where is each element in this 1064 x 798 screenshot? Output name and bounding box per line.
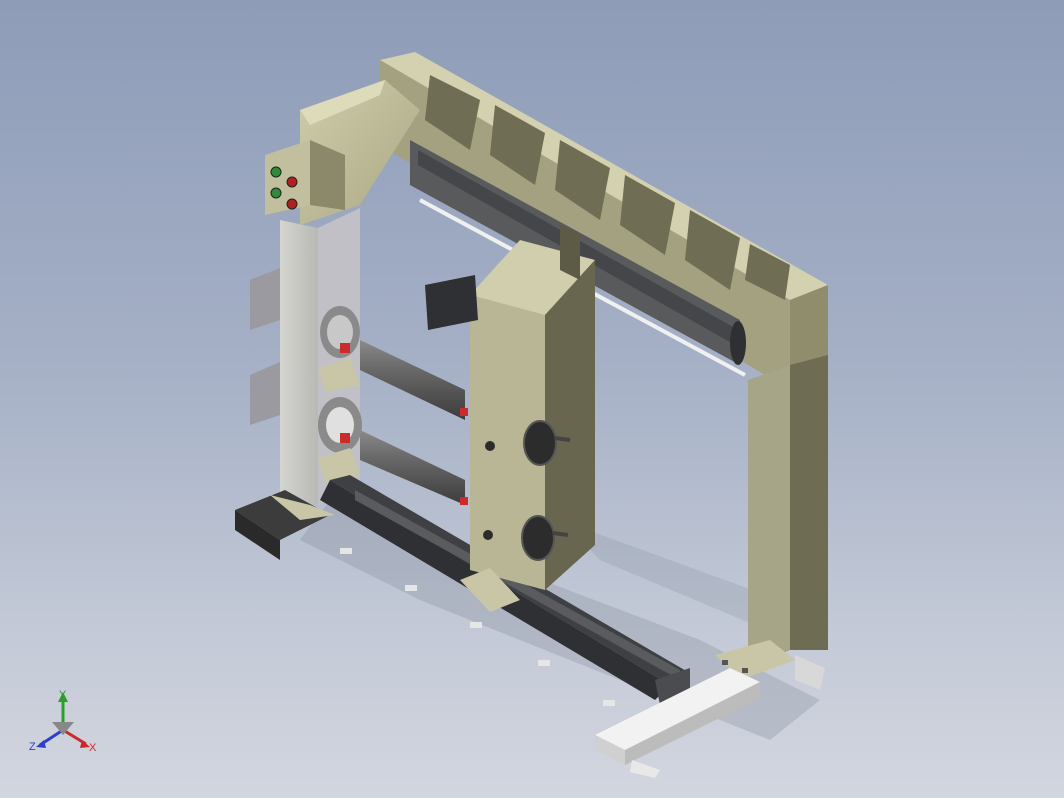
roller-assembly <box>318 306 468 505</box>
indicator-light-4 <box>286 198 298 210</box>
x-axis-label: X <box>89 742 97 754</box>
indicator-light-1 <box>270 166 282 178</box>
handwheel-lower <box>521 515 555 561</box>
model-scene[interactable]: Y X Z <box>0 0 1064 798</box>
indicator-light-3 <box>270 187 282 199</box>
handwheel-upper <box>523 420 557 466</box>
coordinate-triad: Y X Z <box>29 689 97 754</box>
z-axis-label: Z <box>29 741 36 753</box>
top-box-beam <box>380 52 828 390</box>
cad-viewport[interactable]: Y X Z <box>0 0 1064 798</box>
y-axis-label: Y <box>59 689 67 701</box>
right-column <box>715 355 828 690</box>
indicator-light-2 <box>286 176 298 188</box>
